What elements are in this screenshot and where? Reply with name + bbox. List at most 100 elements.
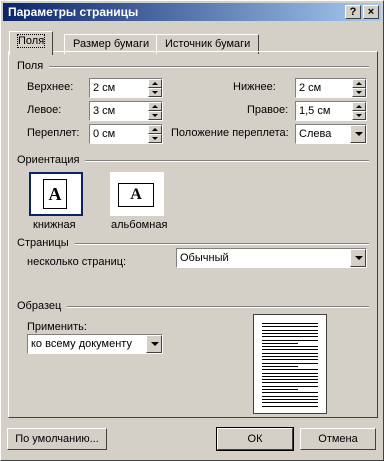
preview-text-line xyxy=(262,349,318,351)
preview-text-line xyxy=(262,332,318,334)
window-title: Параметры страницы xyxy=(8,5,139,19)
bottom-margin-label: Нижнее: xyxy=(233,81,276,93)
preview-text-line xyxy=(262,339,318,341)
portrait-icon-letter: A xyxy=(48,184,62,204)
preview-text-line xyxy=(262,323,318,324)
page-setup-dialog: Параметры страницы ? × Поля Размер бумаг… xyxy=(0,0,384,461)
preview-text-line xyxy=(262,342,298,344)
arrow-up-icon xyxy=(356,105,362,108)
arrow-down-icon xyxy=(152,137,158,140)
top-margin-label: Верхнее: xyxy=(27,81,74,93)
preview-text-line xyxy=(262,359,318,361)
close-icon: × xyxy=(367,6,375,18)
preview-text-line xyxy=(262,346,318,348)
default-button[interactable]: По умолчанию... xyxy=(7,428,107,450)
gutter-value: 0 см xyxy=(93,128,116,140)
divider xyxy=(75,243,369,245)
preview-text-line xyxy=(262,375,318,377)
preview-text-line xyxy=(262,326,318,328)
spin-down-button[interactable] xyxy=(148,111,162,120)
tab-paper-source-label: Источник бумаги xyxy=(165,38,251,50)
spin-down-button[interactable] xyxy=(148,134,162,143)
spin-up-button[interactable] xyxy=(352,102,366,111)
spin-down-button[interactable] xyxy=(352,111,366,120)
bottom-margin-spinner[interactable]: 2 см xyxy=(295,78,367,98)
right-margin-spinner[interactable]: 1,5 см xyxy=(295,101,367,121)
close-button[interactable]: × xyxy=(363,5,379,19)
dropdown-button[interactable] xyxy=(146,335,162,353)
spin-up-button[interactable] xyxy=(352,79,366,88)
cancel-button[interactable]: Отмена xyxy=(300,428,376,450)
gutter-position-select[interactable]: Слева xyxy=(295,124,367,144)
preview-text-line xyxy=(262,336,318,338)
multiple-pages-label: несколько страниц: xyxy=(27,256,127,268)
right-margin-value: 1,5 см xyxy=(299,105,331,117)
dropdown-button[interactable] xyxy=(350,125,366,143)
tab-margins-label: Поля xyxy=(16,34,46,48)
preview-text-line xyxy=(262,356,318,357)
preview-text-line xyxy=(262,402,318,404)
spin-up-button[interactable] xyxy=(148,125,162,134)
preview-text-line xyxy=(262,352,318,354)
bottom-margin-value: 2 см xyxy=(299,82,322,94)
arrow-down-icon xyxy=(152,114,158,117)
landscape-option[interactable]: A xyxy=(110,172,164,216)
dropdown-button[interactable] xyxy=(350,249,366,267)
preview-text-line xyxy=(262,362,318,364)
preview-text-line xyxy=(262,329,318,331)
title-bar: Параметры страницы ? × xyxy=(3,3,381,21)
arrow-up-icon xyxy=(152,128,158,131)
multiple-pages-select[interactable]: Обычный xyxy=(176,248,367,268)
tab-margins[interactable]: Поля xyxy=(9,31,54,55)
preview-text-line xyxy=(262,405,318,407)
spin-up-button[interactable] xyxy=(148,102,162,111)
left-margin-value: 3 см xyxy=(93,105,116,117)
chevron-down-icon xyxy=(355,132,363,136)
page-preview xyxy=(253,314,327,414)
preview-text-line xyxy=(262,389,298,390)
margins-group-label: Поля xyxy=(17,60,44,72)
pages-group-label: Страницы xyxy=(17,237,69,249)
orientation-group-label: Ориентация xyxy=(17,154,80,166)
spin-down-button[interactable] xyxy=(148,88,162,97)
tab-paper-size-label: Размер бумаги xyxy=(73,38,150,50)
left-margin-label: Левое: xyxy=(27,104,62,116)
preview-text-line xyxy=(262,395,318,397)
preview-text-line xyxy=(262,369,318,371)
spin-up-button[interactable] xyxy=(148,79,162,88)
default-button-label: По умолчанию... xyxy=(15,433,99,445)
preview-text-line xyxy=(262,398,318,400)
ok-button[interactable]: ОК xyxy=(216,427,294,451)
gutter-spinner[interactable]: 0 см xyxy=(89,124,163,144)
preview-text-line xyxy=(262,365,298,367)
multiple-pages-value: Обычный xyxy=(180,252,229,264)
preview-text-line xyxy=(262,382,318,384)
help-button[interactable]: ? xyxy=(345,5,361,19)
preview-text-line xyxy=(262,385,318,387)
top-margin-spinner[interactable]: 2 см xyxy=(89,78,163,98)
apply-to-value: ко всему документу xyxy=(31,338,132,350)
top-margin-value: 2 см xyxy=(93,82,116,94)
landscape-page-icon: A xyxy=(118,183,154,207)
preview-text-line xyxy=(262,392,318,394)
spin-down-button[interactable] xyxy=(352,88,366,97)
left-margin-spinner[interactable]: 3 см xyxy=(89,101,163,121)
portrait-page-icon: A xyxy=(43,179,67,209)
apply-to-label: Применить: xyxy=(27,321,87,333)
arrow-up-icon xyxy=(152,82,158,85)
arrow-down-icon xyxy=(152,91,158,94)
right-margin-label: Правое: xyxy=(247,104,289,116)
apply-to-select[interactable]: ко всему документу xyxy=(27,334,163,354)
landscape-label: альбомная xyxy=(111,219,168,231)
arrow-down-icon xyxy=(356,91,362,94)
preview-text-line xyxy=(262,372,318,374)
portrait-option[interactable]: A xyxy=(29,172,83,216)
divider xyxy=(67,306,369,308)
sample-group-label: Образец xyxy=(17,300,62,312)
divider xyxy=(85,160,369,162)
arrow-up-icon xyxy=(152,105,158,108)
divider xyxy=(49,66,369,68)
portrait-label: книжная xyxy=(33,219,76,231)
cancel-button-label: Отмена xyxy=(318,433,358,445)
chevron-down-icon xyxy=(151,342,159,346)
